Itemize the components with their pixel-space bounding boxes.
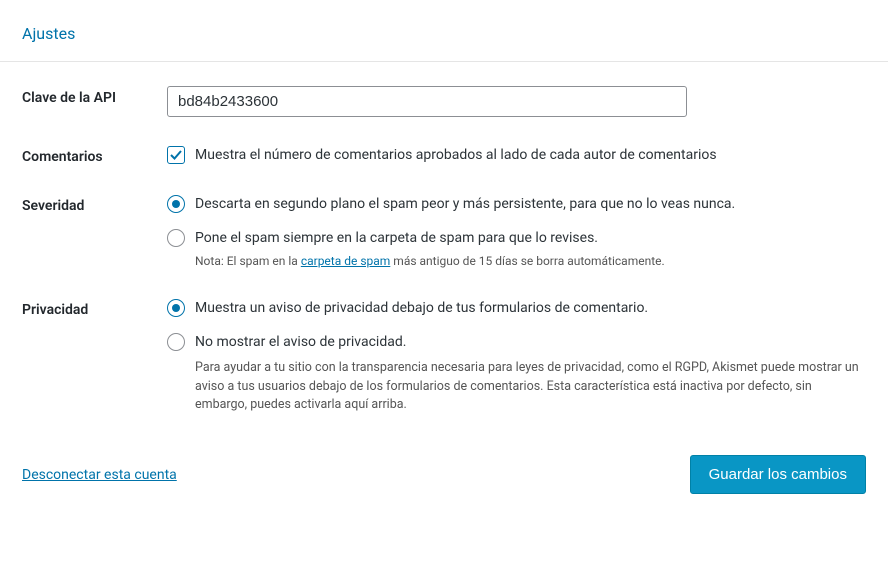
comments-label: Comentarios bbox=[22, 145, 167, 166]
privacy-control: Muestra un aviso de privacidad debajo de… bbox=[167, 298, 866, 415]
settings-footer: Desconectar esta cuenta Guardar los camb… bbox=[0, 449, 888, 518]
api-key-input[interactable] bbox=[167, 86, 687, 117]
severity-option-1: Descarta en segundo plano el spam peor y… bbox=[167, 194, 866, 215]
severity-option-1-label: Descarta en segundo plano el spam peor y… bbox=[195, 194, 735, 215]
severity-label: Severidad bbox=[22, 194, 167, 270]
privacy-option-1-label: Muestra un aviso de privacidad debajo de… bbox=[195, 298, 648, 319]
severity-note-suffix: más antiguo de 15 días se borra automáti… bbox=[390, 254, 664, 268]
privacy-label: Privacidad bbox=[22, 298, 167, 415]
severity-note: Nota: El spam en la carpeta de spam más … bbox=[195, 253, 665, 270]
privacy-radio-2[interactable] bbox=[167, 333, 185, 351]
privacy-option-2: No mostrar el aviso de privacidad. Para … bbox=[167, 332, 866, 415]
radio-dot-icon bbox=[172, 200, 180, 208]
settings-title: Ajustes bbox=[22, 24, 866, 43]
api-key-label: Clave de la API bbox=[22, 86, 167, 117]
api-key-row: Clave de la API bbox=[22, 86, 866, 117]
privacy-row: Privacidad Muestra un aviso de privacida… bbox=[22, 298, 866, 415]
privacy-help-text: Para ayudar a tu sitio con la transparen… bbox=[195, 359, 866, 415]
disconnect-account-link[interactable]: Desconectar esta cuenta bbox=[22, 467, 177, 483]
save-button[interactable]: Guardar los cambios bbox=[690, 455, 866, 494]
severity-option-2-wrap: Pone el spam siempre en la carpeta de sp… bbox=[195, 228, 665, 269]
settings-body: Clave de la API Comentarios Muestra el n… bbox=[0, 62, 888, 449]
api-key-control bbox=[167, 86, 866, 117]
comments-checkbox-label: Muestra el número de comentarios aprobad… bbox=[195, 145, 717, 166]
severity-option-2: Pone el spam siempre en la carpeta de sp… bbox=[167, 228, 866, 269]
privacy-option-2-label: No mostrar el aviso de privacidad. bbox=[195, 332, 866, 353]
comments-checkbox-option: Muestra el número de comentarios aprobad… bbox=[167, 145, 866, 166]
severity-row: Severidad Descarta en segundo plano el s… bbox=[22, 194, 866, 270]
comments-control: Muestra el número de comentarios aprobad… bbox=[167, 145, 866, 166]
severity-control: Descarta en segundo plano el spam peor y… bbox=[167, 194, 866, 270]
spam-folder-link[interactable]: carpeta de spam bbox=[301, 254, 391, 268]
privacy-option-2-wrap: No mostrar el aviso de privacidad. Para … bbox=[195, 332, 866, 415]
privacy-option-1: Muestra un aviso de privacidad debajo de… bbox=[167, 298, 866, 319]
privacy-radio-1[interactable] bbox=[167, 299, 185, 317]
comments-row: Comentarios Muestra el número de comenta… bbox=[22, 145, 866, 166]
severity-radio-2[interactable] bbox=[167, 229, 185, 247]
check-icon bbox=[170, 149, 182, 161]
severity-note-prefix: Nota: El spam en la bbox=[195, 254, 301, 268]
settings-header: Ajustes bbox=[0, 0, 888, 62]
radio-dot-icon bbox=[172, 304, 180, 312]
severity-option-2-label: Pone el spam siempre en la carpeta de sp… bbox=[195, 228, 665, 249]
severity-radio-1[interactable] bbox=[167, 195, 185, 213]
comments-checkbox[interactable] bbox=[167, 146, 185, 164]
